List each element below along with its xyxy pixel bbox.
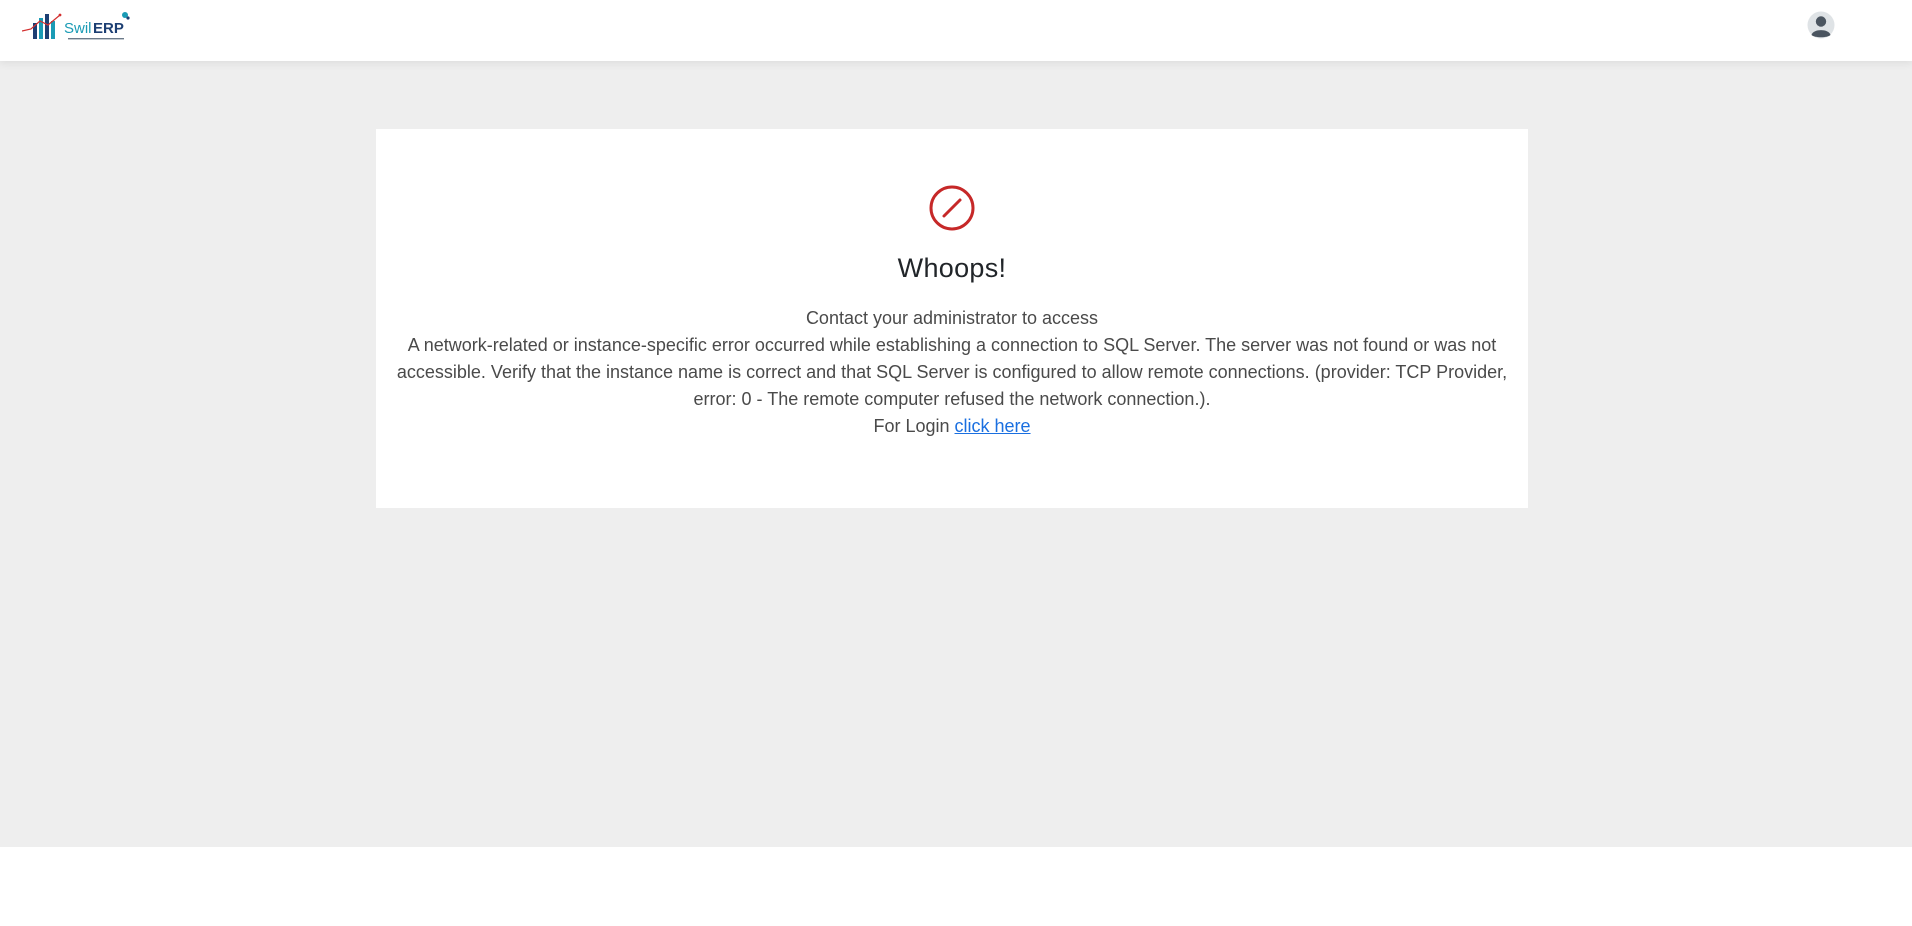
swilerp-logo[interactable]: Swil ERP: [22, 9, 132, 45]
login-line: For Login click here: [392, 413, 1512, 440]
ban-icon: [929, 185, 975, 231]
user-avatar-icon[interactable]: [1807, 11, 1835, 39]
sql-error-text: A network-related or instance-specific e…: [396, 335, 1508, 409]
top-navbar: Swil ERP: [0, 0, 1912, 61]
login-link[interactable]: click here: [955, 416, 1031, 436]
logo-wordmark-erp: ERP: [93, 20, 124, 37]
contact-admin-text: Contact your administrator to access: [805, 308, 1099, 328]
error-message: Contact your administrator to access A n…: [392, 305, 1512, 440]
login-prefix: For Login: [873, 416, 950, 436]
error-card: Whoops! Contact your administrator to ac…: [376, 129, 1528, 508]
logo-wordmark-swil: Swil: [64, 20, 92, 37]
error-title: Whoops!: [897, 253, 1007, 283]
main-content: Whoops! Contact your administrator to ac…: [0, 61, 1912, 847]
page-footer: [0, 847, 1912, 926]
